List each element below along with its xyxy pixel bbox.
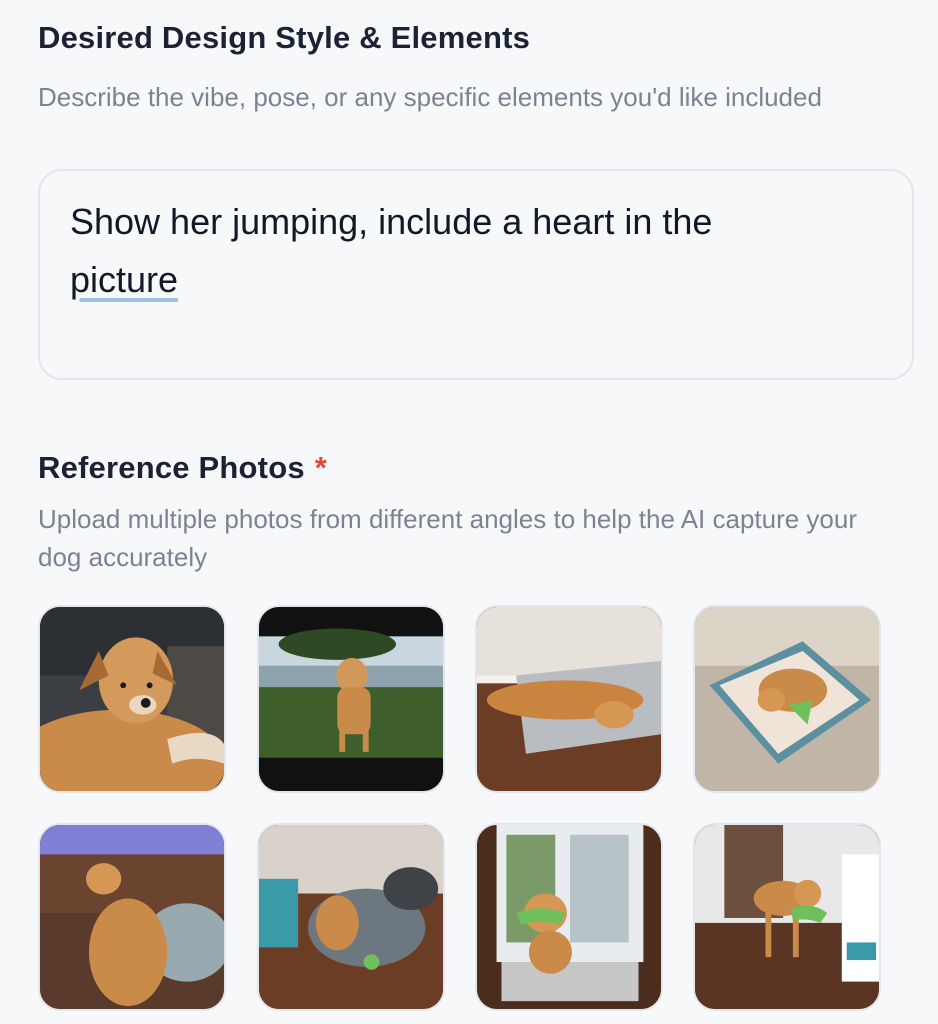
- reference-photo-5[interactable]: [38, 823, 226, 1011]
- design-style-description: Describe the vibe, pose, or any specific…: [38, 82, 822, 112]
- reference-photo-7[interactable]: [475, 823, 663, 1011]
- dog-with-toy-photo: [477, 825, 661, 1009]
- textarea-value-spellcheck-word: picture: [70, 259, 179, 300]
- design-style-textarea[interactable]: Show her jumping, include a heart in the…: [38, 169, 914, 380]
- design-style-heading: Desired Design Style & Elements: [38, 20, 531, 55]
- required-asterisk: *: [314, 450, 328, 485]
- reference-photos-description: Upload multiple photos from different an…: [38, 504, 858, 572]
- reference-photo-4[interactable]: [693, 605, 881, 793]
- dog-on-blanket-photo: [477, 607, 661, 791]
- textarea-value-line1: Show her jumping, include a heart in the: [70, 201, 713, 242]
- design-style-textarea-value: Show her jumping, include a heart in the…: [70, 193, 870, 309]
- dog-on-leather-couch-photo: [40, 825, 224, 1009]
- reference-photo-6[interactable]: [257, 823, 445, 1011]
- dog-portrait-form: Desired Design Style & Elements Describe…: [0, 0, 938, 1024]
- dog-in-bed-photo: [695, 607, 879, 791]
- reference-photos-title: Reference Photos: [38, 450, 305, 485]
- reference-photo-3[interactable]: [475, 605, 663, 793]
- dog-on-couch-photo: [40, 607, 224, 791]
- dog-by-lake-photo: [259, 607, 443, 791]
- dog-in-hallway-photo: [695, 825, 879, 1009]
- reference-photo-1[interactable]: [38, 605, 226, 793]
- reference-photo-2[interactable]: [257, 605, 445, 793]
- dog-in-gray-bed-photo: [259, 825, 443, 1009]
- reference-photo-8[interactable]: [693, 823, 881, 1011]
- reference-photos-heading: Reference Photos *: [38, 450, 327, 486]
